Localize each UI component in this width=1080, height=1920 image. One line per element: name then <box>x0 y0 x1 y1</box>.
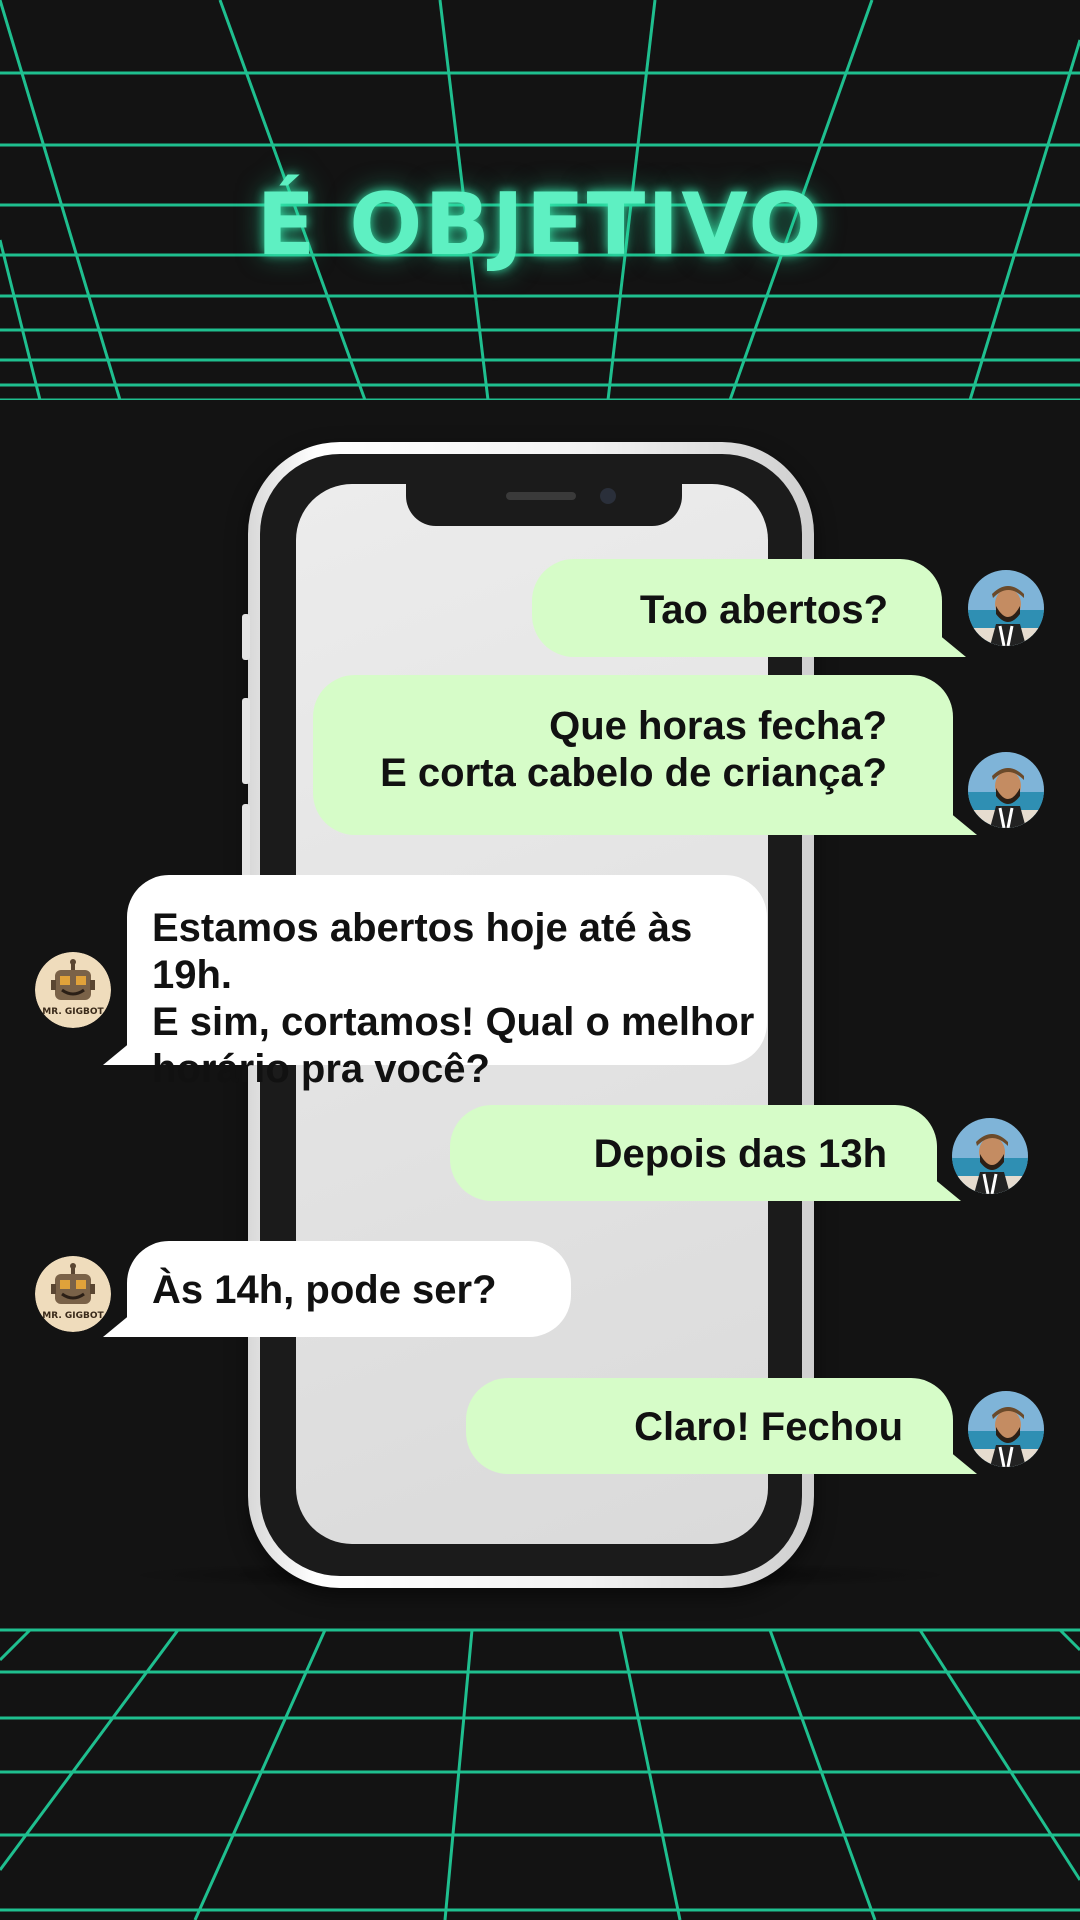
bearded-man-avatar-icon <box>968 752 1044 828</box>
message-line: Que horas fecha? <box>549 704 887 748</box>
chat-bubble-user: Depois das 13h <box>450 1105 937 1201</box>
bearded-man-avatar-icon <box>968 570 1044 646</box>
message-line: Estamos abertos hoje até às 19h. <box>152 906 693 997</box>
grid-bottom-background <box>0 1628 1080 1920</box>
bot-avatar: MR. GIGBOT <box>35 1256 111 1332</box>
message-line: Depois das 13h <box>593 1132 887 1176</box>
chat-bubble-user: Claro! Fechou <box>466 1378 953 1474</box>
user-avatar <box>968 1391 1044 1467</box>
phone-side-button <box>242 614 250 660</box>
message-line: E corta cabelo de criança? <box>380 751 887 795</box>
robot-face-icon: MR. GIGBOT <box>35 1256 111 1332</box>
chat-bubble-bot: Estamos abertos hoje até às 19h. E sim, … <box>127 875 767 1091</box>
bot-avatar: MR. GIGBOT <box>35 952 111 1028</box>
speaker-grille <box>506 492 576 500</box>
headline-title: É OBJETIVO <box>256 175 824 275</box>
message-line: horário pra você? <box>152 1047 490 1091</box>
robot-face-icon: MR. GIGBOT <box>35 952 111 1028</box>
phone-volume-up-button <box>242 698 250 784</box>
message-line: Tao abertos? <box>639 588 888 632</box>
bot-avatar-label: MR. GIGBOT <box>42 1007 104 1017</box>
user-avatar <box>952 1118 1028 1194</box>
chat-bubble-user: Que horas fecha? E corta cabelo de crian… <box>313 675 953 835</box>
message-line: E sim, cortamos! Qual o melhor <box>152 1000 755 1044</box>
message-line: Às 14h, pode ser? <box>152 1268 497 1312</box>
front-camera <box>600 488 616 504</box>
phone-notch <box>406 482 682 526</box>
user-avatar <box>968 570 1044 646</box>
bearded-man-avatar-icon <box>952 1118 1028 1194</box>
bearded-man-avatar-icon <box>968 1391 1044 1467</box>
chat-bubble-user: Tao abertos? <box>532 559 942 657</box>
chat-bubble-bot: Às 14h, pode ser? <box>127 1241 571 1337</box>
message-line: Claro! Fechou <box>634 1405 903 1449</box>
user-avatar <box>968 752 1044 828</box>
bot-avatar-label: MR. GIGBOT <box>42 1311 104 1321</box>
